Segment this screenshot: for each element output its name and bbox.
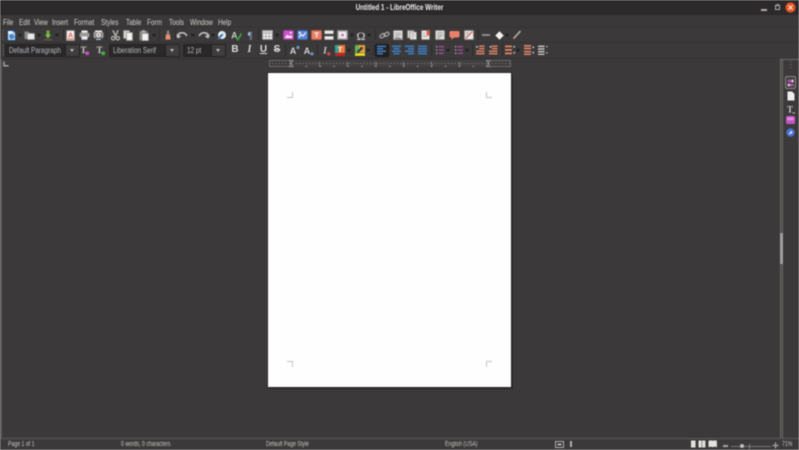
svg-text:T: T: [787, 104, 793, 114]
svg-text:Ω: Ω: [357, 30, 366, 41]
svg-text:3: 3: [374, 61, 377, 67]
svg-text:A: A: [303, 46, 310, 56]
svg-text:6: 6: [458, 61, 461, 67]
svg-text:4: 4: [402, 61, 405, 67]
svg-text:T: T: [337, 45, 342, 54]
svg-text:1: 1: [318, 61, 321, 67]
svg-text:I: I: [322, 45, 327, 55]
svg-text:¶: ¶: [248, 31, 253, 40]
svg-text:A: A: [290, 46, 297, 56]
svg-text:T: T: [314, 31, 319, 40]
svg-text:5: 5: [430, 61, 433, 67]
svg-text:A: A: [68, 32, 73, 39]
svg-text:2: 2: [346, 61, 349, 67]
